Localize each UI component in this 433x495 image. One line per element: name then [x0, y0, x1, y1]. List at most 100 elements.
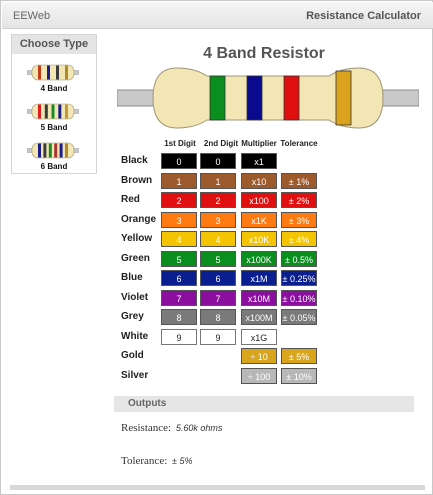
- mini-band: [58, 104, 62, 119]
- multiplier-green-button[interactable]: x100K: [241, 251, 277, 267]
- mini-band: [54, 143, 58, 158]
- type-option-6-band[interactable]: 6 Band: [12, 135, 96, 173]
- column-header-multiplier: Multiplier: [241, 139, 277, 148]
- tolerance-green-button[interactable]: ± 0.5%: [281, 251, 317, 267]
- second-digit-grey-button[interactable]: 8: [200, 309, 236, 325]
- first-digit-green-button[interactable]: 5: [161, 251, 197, 267]
- mini-band: [65, 143, 68, 158]
- sidebar-title: Choose Type: [12, 35, 96, 54]
- color-label-gold: Gold: [121, 350, 144, 361]
- type-option-5-band[interactable]: 5 Band: [12, 96, 96, 134]
- resistance-label: Resistance:: [121, 422, 172, 434]
- resistance-value: 5.60k ohms: [175, 423, 223, 433]
- resistor-6-band-icon: [27, 142, 79, 159]
- mini-band: [43, 143, 47, 158]
- type-option-label: 6 Band: [40, 162, 68, 171]
- multiplier-violet-button[interactable]: x10M: [241, 290, 277, 306]
- color-label-grey: Grey: [121, 311, 144, 322]
- tolerance-violet-button[interactable]: ± 0.10%: [281, 290, 317, 306]
- first-digit-blue-button[interactable]: 6: [161, 270, 197, 286]
- mini-band: [65, 65, 68, 80]
- multiplier-blue-button[interactable]: x1M: [241, 270, 277, 286]
- title-bar: EEWeb Resistance Calculator: [2, 2, 433, 29]
- tolerance-yellow-button[interactable]: ± 4%: [281, 231, 317, 247]
- color-label-yellow: Yellow: [121, 233, 153, 244]
- tolerance-label: Tolerance:: [121, 455, 168, 467]
- color-label-silver: Silver: [121, 370, 149, 381]
- first-digit-red-button[interactable]: 2: [161, 192, 197, 208]
- tolerance-orange-button[interactable]: ± 3%: [281, 212, 317, 228]
- tolerance-blue-button[interactable]: ± 0.25%: [281, 270, 317, 286]
- multiplier-grey-button[interactable]: x100M: [241, 309, 277, 325]
- resistor-5-band-icon: [27, 103, 79, 120]
- tolerance-red-button[interactable]: ± 2%: [281, 192, 317, 208]
- second-digit-violet-button[interactable]: 7: [200, 290, 236, 306]
- first-digit-brown-button[interactable]: 1: [161, 173, 197, 189]
- multiplier-gold-button[interactable]: ÷ 10: [241, 348, 277, 364]
- column-header-tolerance: Tolerance: [280, 139, 318, 148]
- outputs-header: Outputs: [114, 396, 414, 412]
- app-title: Resistance Calculator: [306, 10, 421, 22]
- tolerance-silver-button[interactable]: ± 10%: [281, 368, 317, 384]
- calculator-window: EEWeb Resistance Calculator Choose Type …: [0, 0, 433, 495]
- first-digit-yellow-button[interactable]: 4: [161, 231, 197, 247]
- type-option-label: 5 Band: [40, 123, 68, 132]
- bottom-rule: [10, 485, 425, 490]
- tolerance-value: ± 5%: [172, 456, 193, 466]
- resistor-title: 4 Band Resistor: [203, 45, 325, 62]
- first-digit-white-button[interactable]: 9: [161, 329, 197, 345]
- column-header-1st-digit: 1st Digit: [164, 139, 196, 148]
- color-label-white: White: [121, 331, 149, 342]
- multiplier-orange-button[interactable]: x1K: [241, 212, 277, 228]
- resistor-band-4: [335, 70, 352, 126]
- color-label-brown: Brown: [121, 175, 153, 186]
- multiplier-silver-button[interactable]: ÷ 100: [241, 368, 277, 384]
- first-digit-grey-button[interactable]: 8: [161, 309, 197, 325]
- mini-band: [38, 143, 41, 158]
- mini-band: [38, 65, 41, 80]
- tolerance-grey-button[interactable]: ± 0.05%: [281, 309, 317, 325]
- resistor-illustration: [117, 67, 419, 129]
- mini-band: [59, 143, 63, 158]
- second-digit-black-button[interactable]: 0: [200, 153, 236, 169]
- mini-band: [65, 104, 68, 119]
- second-digit-brown-button[interactable]: 1: [200, 173, 236, 189]
- multiplier-brown-button[interactable]: x10: [241, 173, 277, 189]
- multiplier-black-button[interactable]: x1: [241, 153, 277, 169]
- color-label-red: Red: [121, 194, 140, 205]
- mini-band: [47, 65, 50, 80]
- type-option-4-band[interactable]: 4 Band: [12, 57, 96, 95]
- first-digit-orange-button[interactable]: 3: [161, 212, 197, 228]
- tolerance-gold-button[interactable]: ± 5%: [281, 348, 317, 364]
- resistor-band-1: [209, 75, 226, 121]
- second-digit-red-button[interactable]: 2: [200, 192, 236, 208]
- resistance-output: Resistance: 5.60k ohms: [121, 422, 222, 434]
- type-option-label: 4 Band: [40, 84, 68, 93]
- mini-band: [48, 143, 52, 158]
- color-label-orange: Orange: [121, 214, 157, 225]
- second-digit-yellow-button[interactable]: 4: [200, 231, 236, 247]
- mini-band: [44, 104, 48, 119]
- resistor-band-3: [283, 75, 300, 121]
- brand-name: EEWeb: [13, 10, 51, 22]
- color-label-black: Black: [121, 155, 148, 166]
- tolerance-brown-button[interactable]: ± 1%: [281, 173, 317, 189]
- first-digit-violet-button[interactable]: 7: [161, 290, 197, 306]
- tolerance-output: Tolerance: ± 5%: [121, 455, 192, 467]
- multiplier-white-button[interactable]: x1G: [241, 329, 277, 345]
- type-sidebar: Choose Type 4 Band 5 Band 6 Band: [11, 34, 97, 174]
- color-label-green: Green: [121, 253, 150, 264]
- mini-band: [56, 65, 59, 80]
- multiplier-yellow-button[interactable]: x10K: [241, 231, 277, 247]
- second-digit-orange-button[interactable]: 3: [200, 212, 236, 228]
- resistor-band-2: [246, 75, 263, 121]
- second-digit-white-button[interactable]: 9: [200, 329, 236, 345]
- second-digit-blue-button[interactable]: 6: [200, 270, 236, 286]
- color-label-violet: Violet: [121, 292, 149, 303]
- second-digit-green-button[interactable]: 5: [200, 251, 236, 267]
- multiplier-red-button[interactable]: x100: [241, 192, 277, 208]
- first-digit-black-button[interactable]: 0: [161, 153, 197, 169]
- mini-band: [38, 104, 41, 119]
- resistor-4-band-icon: [27, 64, 79, 81]
- mini-band: [51, 104, 55, 119]
